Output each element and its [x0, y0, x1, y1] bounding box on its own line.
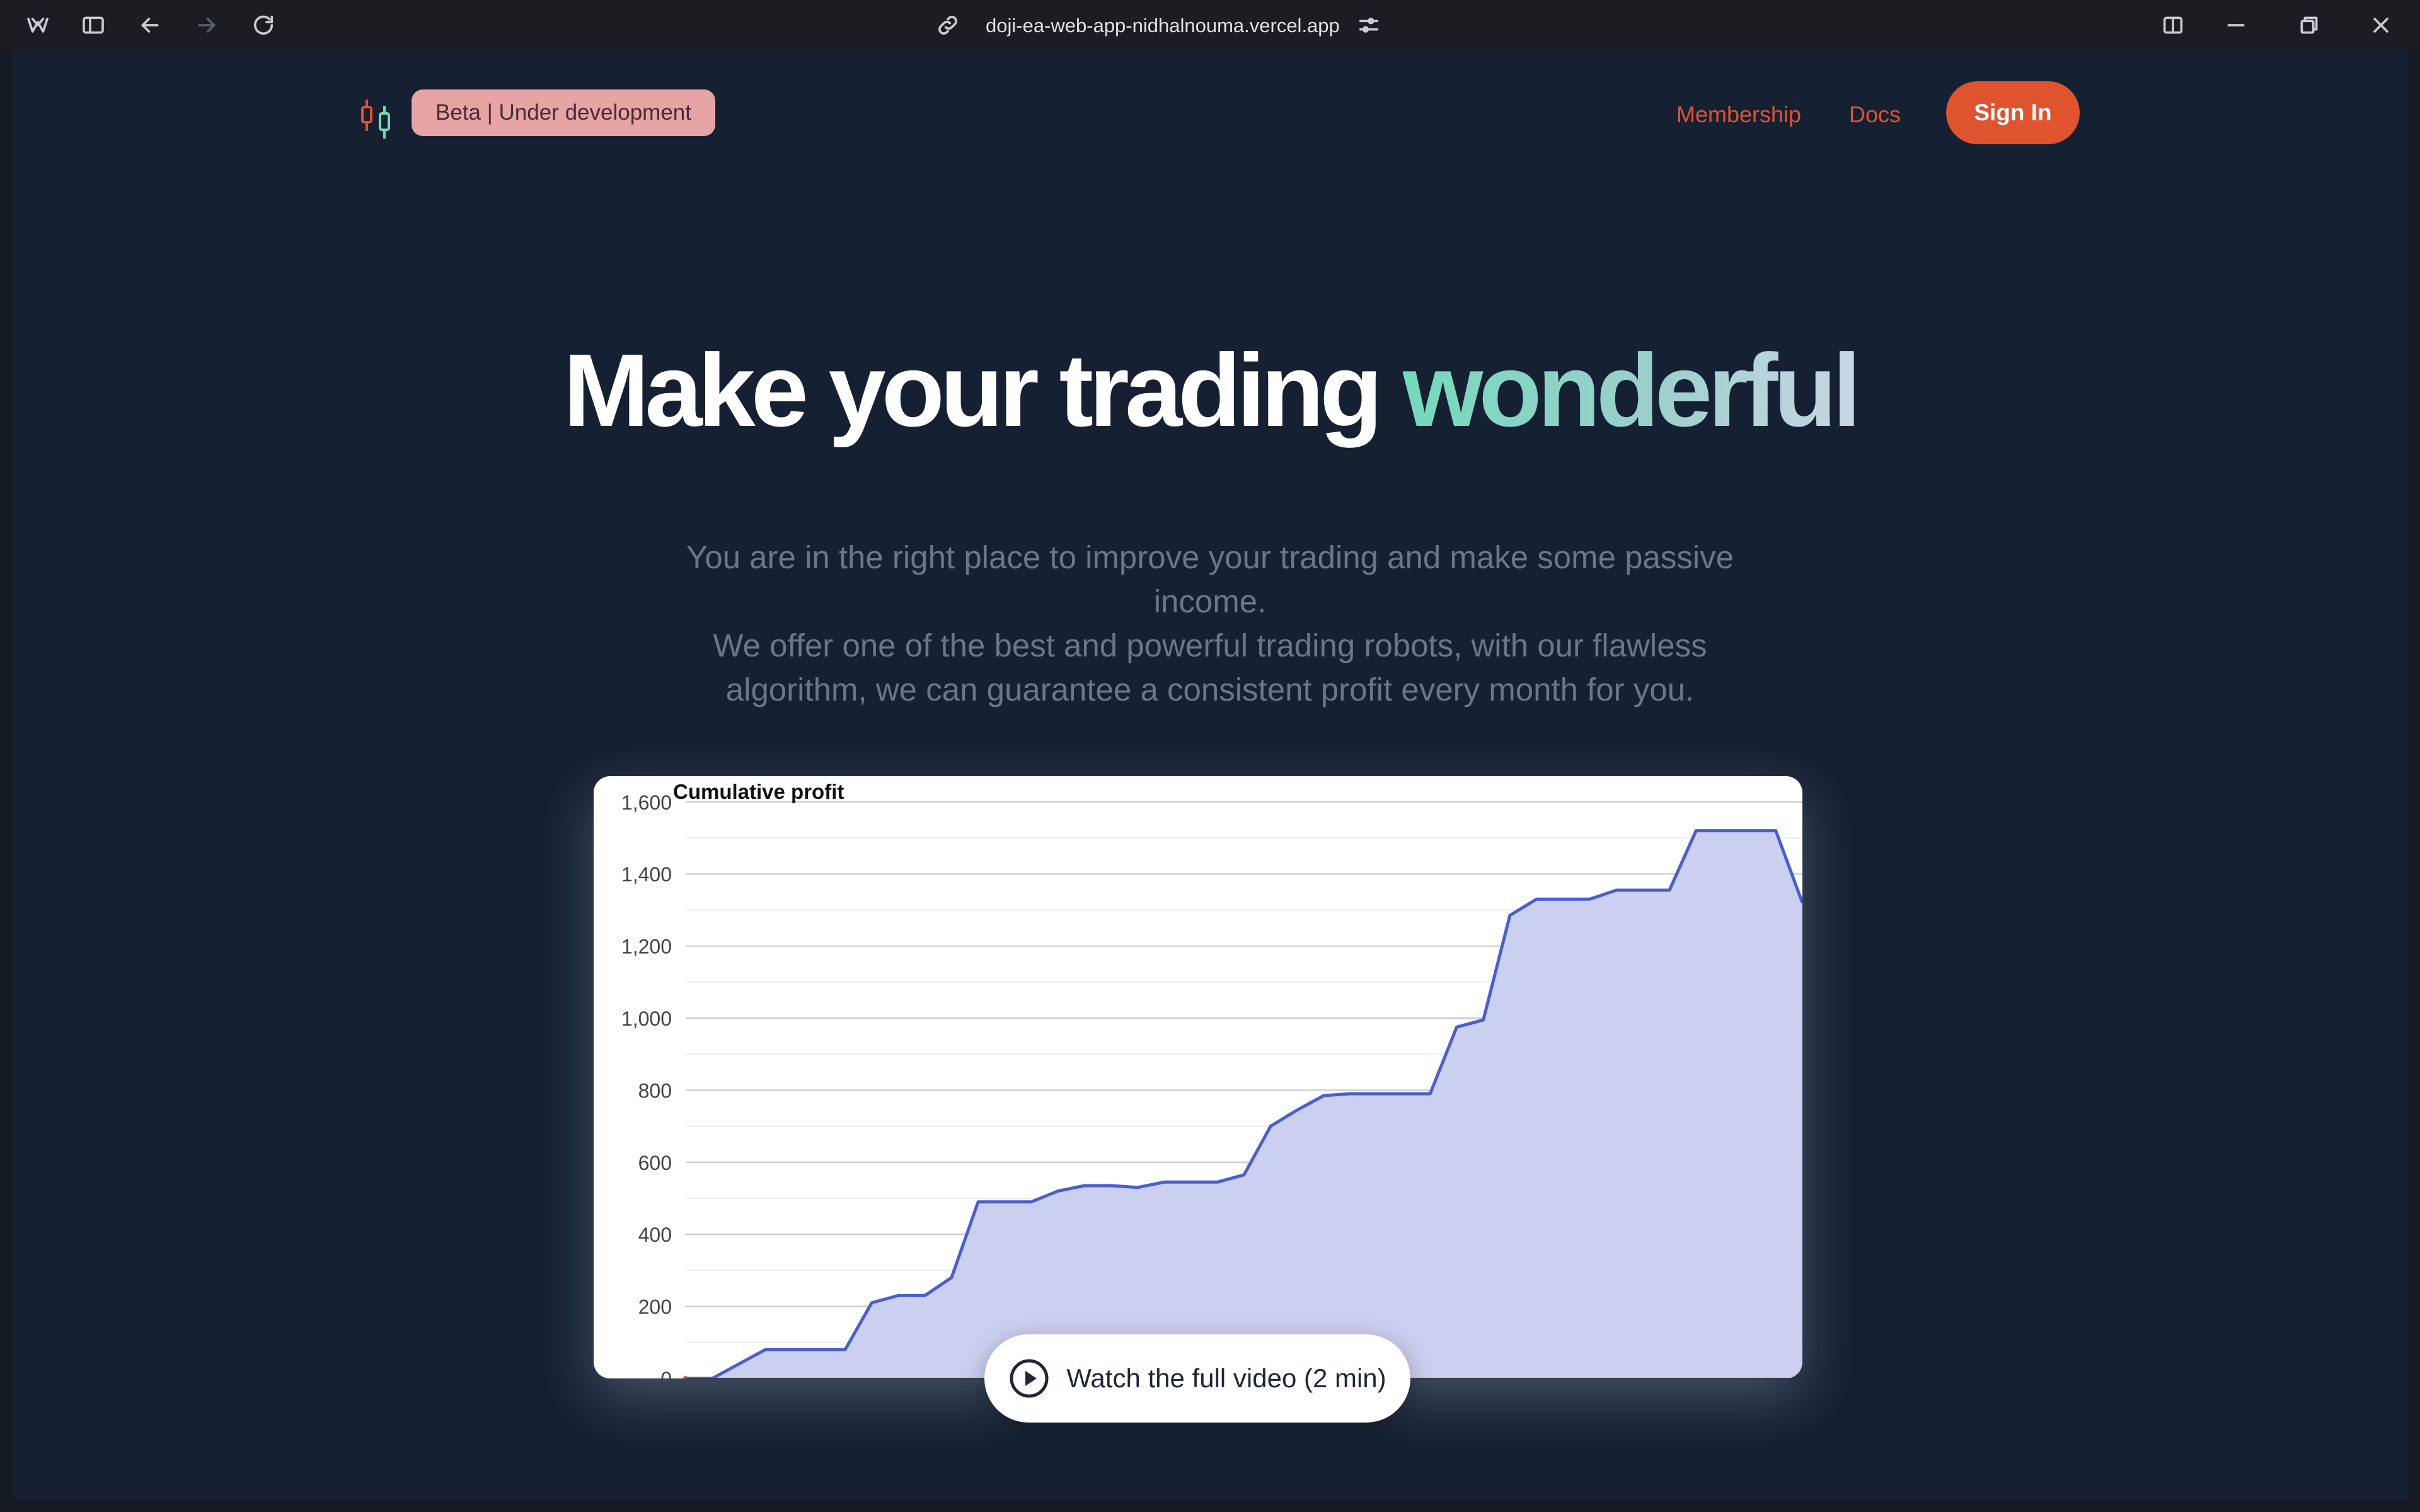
hero-subtitle: You are in the right place to improve yo…: [681, 536, 1739, 712]
y-tick-label: 1,400: [621, 863, 672, 886]
browser-toolbar: doji-ea-web-app-nidhalnouma.vercel.app: [0, 0, 2420, 50]
hero-title: Make your trading wonderful: [13, 328, 2407, 454]
nav-membership-link[interactable]: Membership: [1676, 101, 1801, 129]
back-icon[interactable]: [136, 11, 164, 39]
close-icon[interactable]: [2367, 11, 2395, 39]
address-bar-url[interactable]: doji-ea-web-app-nidhalnouma.vercel.app: [986, 13, 1340, 39]
y-tick-label: 200: [638, 1296, 672, 1319]
nav-docs-link[interactable]: Docs: [1849, 101, 1901, 129]
reload-icon[interactable]: [250, 11, 277, 39]
hero-title-main: Make your trading: [563, 333, 1383, 448]
forward-icon[interactable]: [193, 11, 221, 39]
sidebar-toggle-icon[interactable]: [79, 11, 107, 39]
split-view-icon[interactable]: [2159, 11, 2187, 39]
y-tick-label: 0: [660, 1368, 672, 1378]
sign-in-button[interactable]: Sign In: [1946, 81, 2080, 144]
y-tick-label: 1,600: [621, 791, 672, 814]
y-tick-label: 1,000: [621, 1007, 672, 1030]
restore-icon[interactable]: [2295, 11, 2323, 39]
hero-subtitle-line1: You are in the right place to improve yo…: [686, 539, 1734, 619]
chart-canvas: 0 200 400 600 800 1,000 1,200 1,400 1,600Cumulat…: [621, 780, 1802, 1378]
y-tick-label: 800: [638, 1079, 672, 1102]
site-settings-icon[interactable]: [1355, 11, 1383, 39]
watch-video-label: Watch the full video (2 min): [1066, 1363, 1386, 1393]
cumulative-profit-chart: 0 200 400 600 800 1,000 1,200 1,400 1,600Cumulat…: [594, 776, 1802, 1378]
link-icon: [934, 11, 962, 39]
candlestick-logo-icon[interactable]: [358, 96, 398, 141]
hero-title-accent: wonderful: [1402, 333, 1861, 448]
watch-video-button[interactable]: Watch the full video (2 min): [984, 1334, 1410, 1423]
y-tick-label: 1,200: [621, 936, 672, 958]
beta-badge: Beta | Under development: [412, 89, 715, 136]
minimize-icon[interactable]: [2222, 11, 2250, 39]
hero-subtitle-line2: We offer one of the best and powerful tr…: [713, 627, 1707, 707]
series-area: [686, 830, 1802, 1378]
chart-title: Cumulative profit: [673, 780, 844, 803]
app-logo-icon[interactable]: [24, 11, 52, 39]
y-tick-label: 600: [638, 1152, 672, 1174]
play-icon: [1010, 1359, 1049, 1398]
y-tick-label: 400: [638, 1223, 672, 1246]
